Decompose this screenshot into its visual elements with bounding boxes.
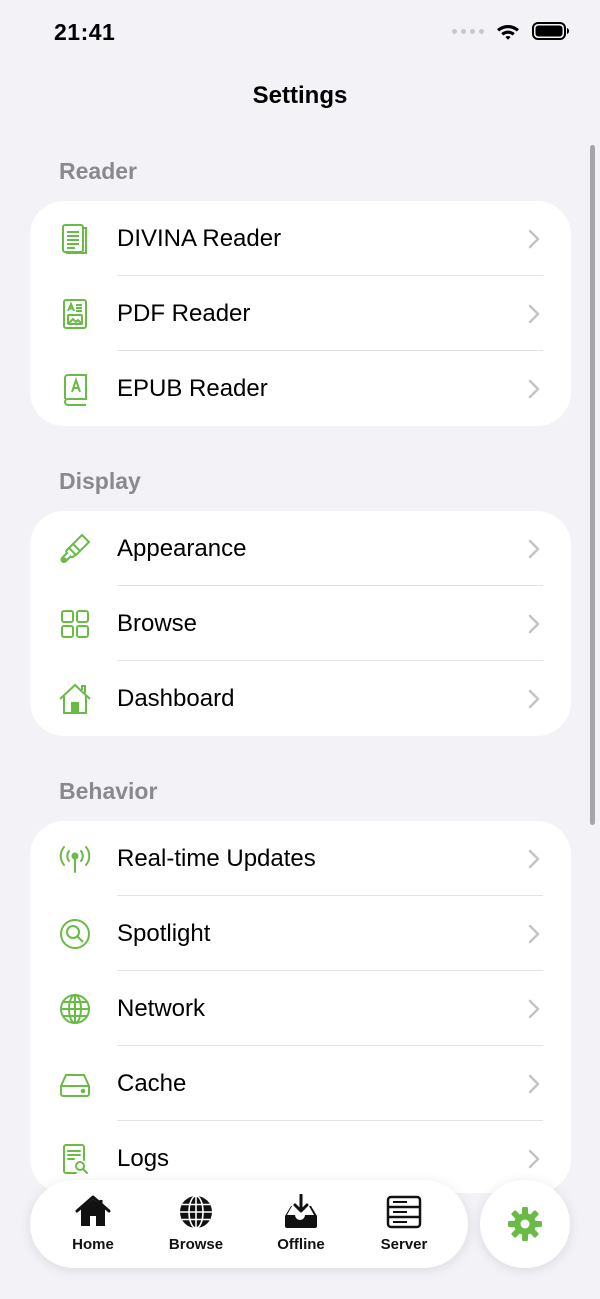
tab-home[interactable]: Home <box>43 1180 143 1268</box>
settings-row-appearance[interactable]: Appearance <box>30 511 571 586</box>
globe-icon <box>178 1194 214 1230</box>
chevron-right-icon <box>527 538 541 560</box>
status-time: 21:41 <box>54 19 116 45</box>
chevron-right-icon <box>527 303 541 325</box>
server-rack-icon <box>386 1194 422 1230</box>
chevron-right-icon <box>527 228 541 250</box>
grid-icon <box>58 607 92 641</box>
chevron-right-icon <box>527 378 541 400</box>
chevron-right-icon <box>527 1073 541 1095</box>
tray-download-icon <box>283 1194 319 1230</box>
tab-bar: Home Browse Offline Server <box>30 1180 468 1268</box>
settings-row-label: DIVINA Reader <box>117 224 282 252</box>
chevron-right-icon <box>527 613 541 635</box>
chevron-right-icon <box>527 998 541 1020</box>
wifi-icon <box>497 25 519 40</box>
pdf-document-icon <box>58 297 92 331</box>
section-header-display: Display <box>59 468 141 494</box>
gear-icon <box>508 1207 542 1241</box>
paintbrush-icon <box>58 532 92 566</box>
settings-row-divina-reader[interactable]: DIVINA Reader <box>30 201 571 276</box>
house-icon <box>58 682 92 716</box>
settings-row-label: Logs <box>117 1144 170 1172</box>
chevron-right-icon <box>527 688 541 710</box>
settings-row-label: Real-time Updates <box>117 844 316 872</box>
settings-row-network[interactable]: Network <box>30 971 571 1046</box>
antenna-icon <box>58 842 92 876</box>
tab-label: Offline <box>277 1236 325 1253</box>
settings-row-dashboard[interactable]: Dashboard <box>30 661 571 736</box>
status-bar: 21:41 <box>0 0 600 70</box>
tab-browse[interactable]: Browse <box>146 1180 246 1268</box>
settings-row-label: Appearance <box>117 534 247 562</box>
globe-icon <box>58 992 92 1026</box>
house-fill-icon <box>75 1194 111 1230</box>
document-text-icon <box>58 222 92 256</box>
settings-row-label: Dashboard <box>117 684 235 712</box>
doc-search-icon <box>58 1142 92 1176</box>
settings-row-label: Browse <box>117 609 198 637</box>
drive-icon <box>58 1067 92 1101</box>
section-header-reader: Reader <box>59 158 137 184</box>
status-icons <box>452 22 570 40</box>
page-title: Settings <box>252 82 348 109</box>
scroll-indicator[interactable] <box>590 145 595 825</box>
settings-row-label: Spotlight <box>117 919 211 947</box>
tab-label: Browse <box>168 1236 224 1253</box>
settings-row-pdf-reader[interactable]: PDF Reader <box>30 276 571 351</box>
settings-row-label: EPUB Reader <box>117 374 268 402</box>
chevron-right-icon <box>527 923 541 945</box>
settings-row-label: PDF Reader <box>117 299 251 327</box>
settings-group-reader: DIVINA Reader PDF Reader EPUB Reader <box>30 201 571 426</box>
settings-row-browse[interactable]: Browse <box>30 586 571 661</box>
settings-group-display: Appearance Browse Dashboard <box>30 511 571 736</box>
chevron-right-icon <box>527 848 541 870</box>
book-icon <box>58 372 92 406</box>
battery-icon <box>532 22 569 40</box>
tab-label: Server <box>380 1236 428 1253</box>
tab-label: Home <box>72 1236 114 1253</box>
section-header-behavior: Behavior <box>59 778 158 804</box>
magnifier-icon <box>58 917 92 951</box>
signal-dots-icon <box>452 28 484 34</box>
settings-row-epub-reader[interactable]: EPUB Reader <box>30 351 571 426</box>
settings-row-real-time-updates[interactable]: Real-time Updates <box>30 821 571 896</box>
tab-offline[interactable]: Offline <box>251 1180 351 1268</box>
settings-tab-button[interactable] <box>480 1180 570 1268</box>
settings-row-spotlight[interactable]: Spotlight <box>30 896 571 971</box>
settings-row-label: Cache <box>117 1069 187 1097</box>
chevron-right-icon <box>527 1148 541 1170</box>
tab-server[interactable]: Server <box>354 1180 454 1268</box>
settings-row-label: Network <box>117 994 206 1022</box>
settings-group-behavior: Real-time Updates Spotlight Network Cach… <box>30 821 571 1193</box>
settings-row-cache[interactable]: Cache <box>30 1046 571 1121</box>
